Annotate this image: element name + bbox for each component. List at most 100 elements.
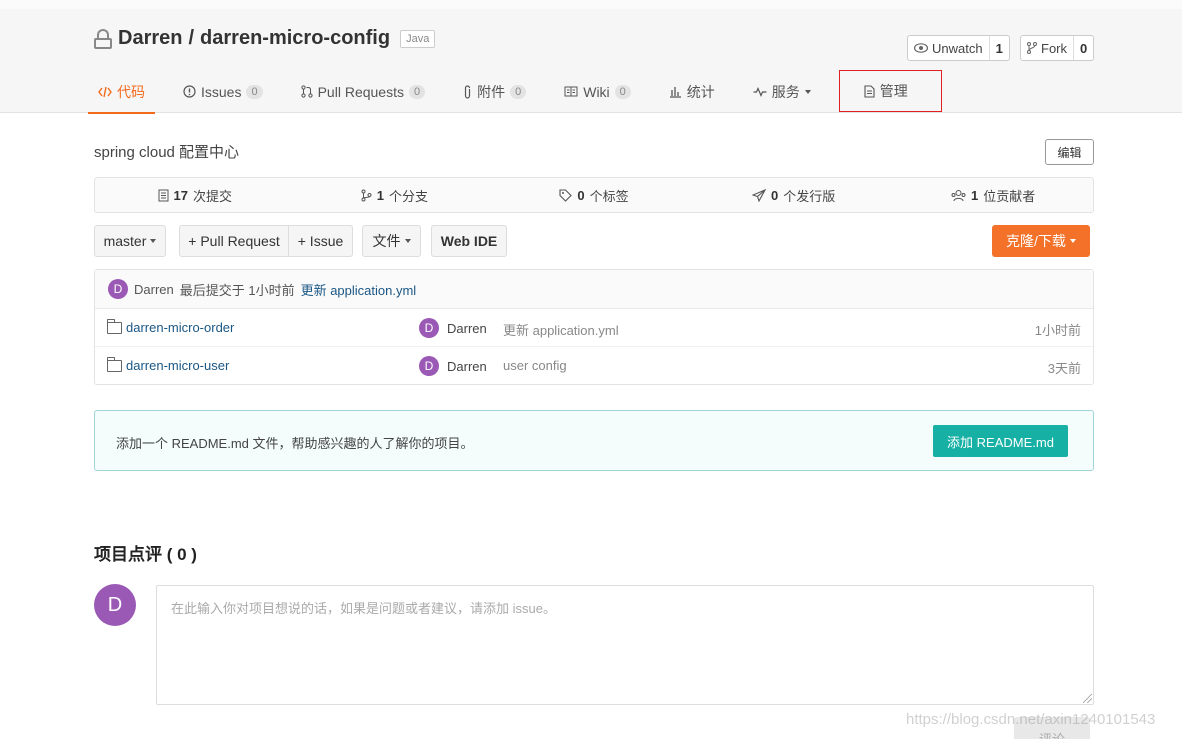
tab-attachments[interactable]: 附件 0 bbox=[453, 70, 536, 113]
bar-chart-icon bbox=[669, 86, 681, 98]
fork-count[interactable]: 0 bbox=[1073, 36, 1093, 60]
stat-commits[interactable]: 17 次提交 bbox=[95, 186, 295, 205]
tab-issues[interactable]: Issues 0 bbox=[173, 70, 273, 113]
review-section-title: 项目点评 ( 0 ) bbox=[94, 545, 197, 564]
tab-label: Pull Requests bbox=[317, 83, 404, 100]
paperclip-icon bbox=[465, 84, 471, 99]
tab-count-badge: 0 bbox=[510, 84, 527, 99]
repo-stats-bar: 17 次提交 1 个分支 0 个标签 0 个发行版 1 位贡献者 bbox=[94, 177, 1094, 213]
last-commit-row: D Darren 最后提交于 1小时前 更新 application.yml bbox=[95, 270, 1093, 309]
watch-count[interactable]: 1 bbox=[988, 36, 1009, 60]
fork-control: Fork 0 bbox=[1020, 35, 1095, 61]
send-icon bbox=[751, 188, 766, 202]
folder-link[interactable]: darren-micro-user bbox=[107, 356, 230, 373]
tab-services[interactable]: 服务 bbox=[743, 70, 821, 113]
commit-list-icon bbox=[158, 189, 169, 201]
commit-message-link[interactable]: 更新 application.yml bbox=[301, 280, 417, 299]
fork-icon bbox=[1027, 42, 1037, 54]
repo-description: spring cloud 配置中心 bbox=[94, 144, 240, 161]
author-name[interactable]: Darren bbox=[447, 321, 487, 336]
unwatch-button[interactable]: Unwatch bbox=[908, 36, 989, 60]
new-pull-request-button[interactable]: + Pull Request bbox=[179, 225, 289, 257]
commit-time-text: 最后提交于 1小时前 bbox=[179, 282, 295, 298]
repo-owner[interactable]: Darren bbox=[118, 27, 182, 50]
stat-label: 个标签 bbox=[589, 188, 629, 204]
fork-button[interactable]: Fork bbox=[1021, 36, 1073, 60]
branch-label: master bbox=[103, 233, 147, 249]
tag-icon bbox=[559, 188, 573, 202]
stat-tags[interactable]: 0 个标签 bbox=[494, 186, 694, 205]
chevron-down-icon bbox=[404, 239, 411, 243]
file-commit-message[interactable]: user config bbox=[503, 358, 567, 373]
clone-label: 克隆/下载 bbox=[1006, 233, 1066, 249]
folder-name: darren-micro-order bbox=[126, 320, 235, 335]
readme-prompt: 添加一个 README.md 文件，帮助感兴趣的人了解你的项目。 添加 READ… bbox=[94, 410, 1094, 471]
table-row: darren-micro-order D Darren 更新 applicati… bbox=[95, 309, 1093, 347]
resize-handle-icon[interactable] bbox=[1083, 694, 1092, 703]
table-row: darren-micro-user D Darren user config 3… bbox=[95, 347, 1093, 385]
book-icon bbox=[564, 86, 578, 97]
chevron-down-icon bbox=[150, 239, 157, 243]
file-menu-label: 文件 bbox=[372, 233, 401, 249]
language-badge[interactable]: Java bbox=[400, 29, 436, 48]
tab-label: Issues bbox=[201, 83, 242, 100]
branch-select[interactable]: master bbox=[94, 225, 166, 257]
comment-input[interactable] bbox=[156, 585, 1094, 705]
author-name[interactable]: Darren bbox=[447, 359, 487, 374]
tab-pull-requests[interactable]: Pull Requests 0 bbox=[291, 70, 436, 113]
tab-count-badge: 0 bbox=[246, 84, 263, 99]
repo-separator: / bbox=[188, 27, 195, 49]
avatar[interactable]: D bbox=[419, 356, 439, 376]
avatar[interactable]: D bbox=[108, 279, 128, 299]
chevron-down-icon bbox=[804, 89, 811, 94]
stat-contributors[interactable]: 1 位贡献者 bbox=[893, 186, 1093, 205]
tab-label: 服务 bbox=[771, 83, 800, 100]
branch-icon bbox=[361, 189, 372, 201]
tab-manage[interactable]: 管理 bbox=[838, 70, 942, 112]
tab-wiki[interactable]: Wiki 0 bbox=[554, 70, 641, 113]
document-icon bbox=[864, 84, 875, 98]
watch-control: Unwatch 1 bbox=[907, 35, 1010, 61]
folder-name: darren-micro-user bbox=[126, 358, 230, 373]
stat-releases[interactable]: 0 个发行版 bbox=[694, 186, 894, 205]
clone-download-button[interactable]: 克隆/下载 bbox=[992, 225, 1090, 257]
fork-label: Fork bbox=[1041, 40, 1067, 56]
edit-description-button[interactable]: 编辑 bbox=[1045, 139, 1094, 165]
repo-toolbar: master + Pull Request + Issue 文件 Web IDE… bbox=[94, 225, 1094, 257]
avatar[interactable]: D bbox=[94, 584, 136, 626]
repo-title: Darren / darren-micro-config Java bbox=[94, 27, 436, 50]
code-icon bbox=[98, 86, 112, 97]
tab-label: 代码 bbox=[117, 83, 145, 100]
lock-icon bbox=[94, 28, 112, 49]
new-issue-button[interactable]: + Issue bbox=[288, 225, 353, 257]
stat-label: 次提交 bbox=[193, 188, 233, 204]
folder-link[interactable]: darren-micro-order bbox=[107, 318, 235, 335]
add-readme-button[interactable]: 添加 README.md bbox=[933, 425, 1068, 457]
stat-value: 17 bbox=[173, 187, 189, 203]
file-menu-button[interactable]: 文件 bbox=[362, 225, 421, 257]
file-commit-time: 3天前 bbox=[1047, 361, 1081, 376]
issue-icon bbox=[183, 85, 196, 98]
stat-value: 1 bbox=[376, 187, 384, 203]
stat-label: 个分支 bbox=[389, 188, 429, 204]
pull-request-icon bbox=[300, 85, 313, 98]
avatar[interactable]: D bbox=[419, 318, 439, 338]
web-ide-button[interactable]: Web IDE bbox=[431, 225, 507, 257]
file-commit-author: D Darren bbox=[419, 356, 487, 376]
tab-stats[interactable]: 统计 bbox=[659, 70, 725, 113]
repo-name[interactable]: darren-micro-config bbox=[200, 27, 390, 50]
file-commit-message[interactable]: 更新 application.yml bbox=[503, 320, 619, 339]
file-browser: D Darren 最后提交于 1小时前 更新 application.yml d… bbox=[94, 269, 1094, 385]
chevron-down-icon bbox=[1069, 239, 1076, 243]
readme-prompt-text: 添加一个 README.md 文件，帮助感兴趣的人了解你的项目。 bbox=[116, 436, 474, 451]
stat-branches[interactable]: 1 个分支 bbox=[295, 186, 495, 205]
tab-code[interactable]: 代码 bbox=[88, 70, 155, 114]
commit-author[interactable]: Darren bbox=[134, 282, 174, 297]
tab-label: 统计 bbox=[686, 83, 715, 100]
users-icon bbox=[951, 189, 966, 201]
folder-icon bbox=[107, 356, 122, 372]
stat-value: 0 bbox=[577, 187, 585, 203]
tab-label: 管理 bbox=[879, 83, 908, 99]
watermark: https://blog.csdn.net/axin1240101543 bbox=[906, 711, 1156, 728]
stat-value: 0 bbox=[770, 187, 779, 203]
